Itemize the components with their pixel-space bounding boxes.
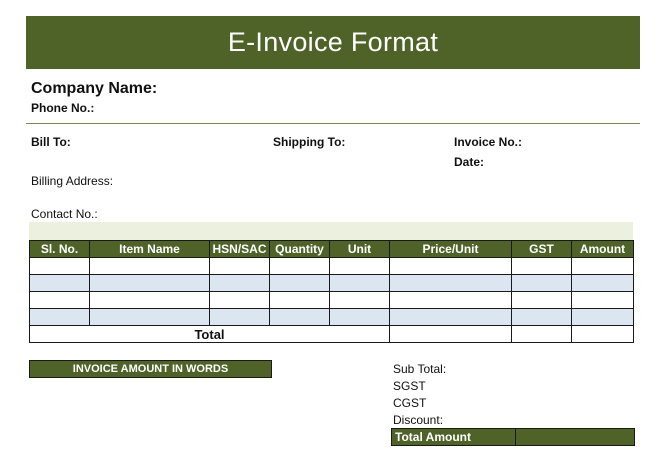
total-row: Total — [29, 325, 634, 343]
col-unit: Unit — [329, 240, 390, 258]
date-label: Date: — [454, 155, 485, 169]
invoice-amount-in-words-label: INVOICE AMOUNT IN WORDS — [29, 360, 272, 378]
billing-address-label: Billing Address: — [31, 174, 114, 188]
shipping-to-label: Shipping To: — [273, 135, 346, 149]
table-header-row: Sl. No. Item Name HSN/SAC Quantity Unit … — [29, 240, 634, 258]
col-sl-no: Sl. No. — [29, 240, 90, 258]
sgst-label: SGST — [393, 379, 426, 393]
divider — [26, 123, 640, 124]
bill-to-label: Bill To: — [31, 135, 71, 149]
invoice-no-label: Invoice No.: — [454, 135, 523, 149]
sub-total-label: Sub Total: — [393, 362, 447, 376]
col-price-unit: Price/Unit — [389, 240, 512, 258]
phone-label: Phone No.: — [31, 101, 95, 115]
contact-no-label: Contact No.: — [31, 207, 98, 221]
col-quantity: Quantity — [269, 240, 330, 258]
cgst-label: CGST — [393, 396, 427, 410]
col-gst: GST — [511, 240, 572, 258]
col-hsn-sac: HSN/SAC — [209, 240, 270, 258]
col-item-name: Item Name — [89, 240, 210, 258]
table-row — [29, 308, 634, 326]
col-amount: Amount — [571, 240, 634, 258]
company-name-label: Company Name: — [31, 80, 158, 97]
total-label: Total — [29, 325, 390, 343]
table-row — [29, 291, 634, 309]
invoice-title: E-Invoice Format — [26, 16, 640, 69]
total-amount-value-cell[interactable] — [516, 429, 634, 445]
discount-label: Discount: — [393, 413, 444, 427]
items-table: Sl. No. Item Name HSN/SAC Quantity Unit … — [29, 240, 634, 343]
table-row — [29, 257, 634, 275]
table-row — [29, 274, 634, 292]
total-amount-row: Total Amount — [391, 428, 635, 446]
tint-band — [29, 222, 633, 240]
total-amount-label: Total Amount — [392, 429, 516, 445]
